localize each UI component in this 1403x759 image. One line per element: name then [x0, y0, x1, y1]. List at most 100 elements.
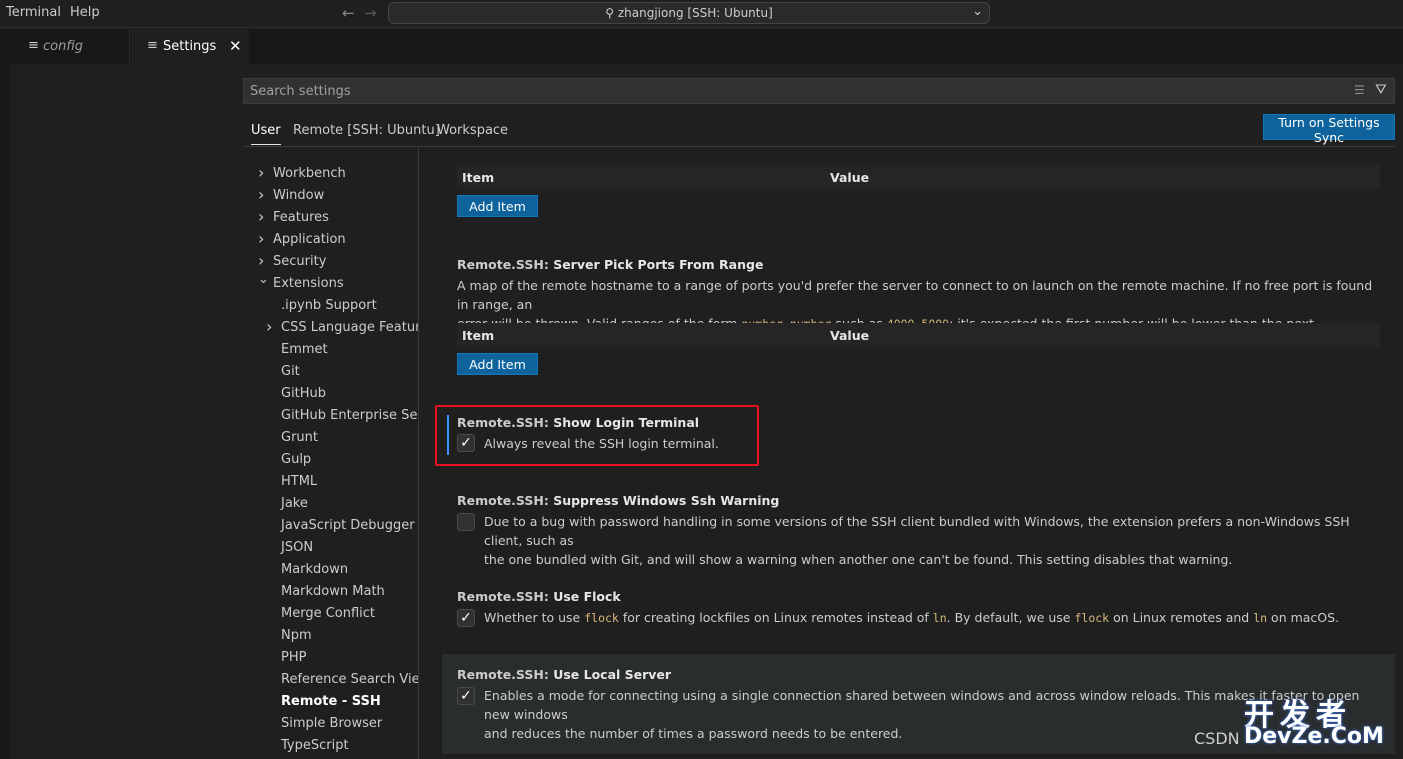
toc-item-label: JSON: [281, 540, 314, 555]
activity-strip: [0, 29, 10, 759]
toc-item[interactable]: PHP: [243, 646, 418, 668]
menu-terminal[interactable]: Terminal: [6, 5, 61, 20]
toc-item-label: GitHub: [281, 386, 327, 401]
toc-item-label: CSS Language Features: [281, 320, 419, 335]
toc-item[interactable]: Jake: [243, 492, 418, 514]
settings-toc: › Workbench › Window › Features › Application › S…: [243, 147, 419, 759]
setting-description: Enables a mode for connecting using a si…: [484, 688, 1360, 741]
table-header-item: Item: [462, 170, 495, 185]
setting-title: Remote.SSH: Use Local Server: [457, 667, 672, 682]
settings-sync-button[interactable]: Turn on Settings Sync: [1263, 114, 1395, 145]
watermark-logo-en: DevZe.CoM: [1244, 724, 1384, 749]
tab-settings-label: Settings: [163, 39, 217, 54]
close-icon[interactable]: ✕: [229, 37, 242, 55]
setting-title: Remote.SSH: Show Login Terminal: [457, 415, 700, 430]
toc-item[interactable]: Simple Browser: [243, 712, 418, 734]
toc-item-label: Merge Conflict: [281, 606, 376, 621]
toc-item[interactable]: Git: [243, 360, 418, 382]
toc-item[interactable]: Npm: [243, 624, 418, 646]
title-bar: Terminal Help ← → ⚲ zhangjiong [SSH: Ubu…: [0, 0, 1403, 28]
tab-remote-scope[interactable]: Remote [SSH: Ubuntu]: [293, 123, 440, 138]
search-input[interactable]: [250, 82, 1330, 100]
toc-item[interactable]: Merge Conflict: [243, 602, 418, 624]
show-login-terminal-checkbox[interactable]: ✓: [457, 434, 475, 452]
chevron-down-icon: ⌄: [258, 272, 269, 287]
add-item-button[interactable]: Add Item: [457, 195, 538, 217]
toc-item-label: Markdown: [281, 562, 349, 577]
toc-item[interactable]: JSON: [243, 536, 418, 558]
back-arrow-icon[interactable]: ←: [342, 4, 355, 22]
toc-item[interactable]: › Window: [243, 184, 418, 206]
use-flock-checkbox[interactable]: ✓: [457, 609, 475, 627]
filter-icon[interactable]: ⛛: [1375, 82, 1387, 98]
toc-item[interactable]: GitHub Enterprise Ser...: [243, 404, 419, 426]
toc-item-label: Security: [273, 254, 327, 269]
toc-item[interactable]: Markdown: [243, 558, 418, 580]
toc-item[interactable]: Grunt: [243, 426, 418, 448]
setting-title: Remote.SSH: Suppress Windows Ssh Warning: [457, 493, 780, 508]
command-center-label: zhangjiong [SSH: Ubuntu]: [617, 6, 773, 20]
tab-bar: ≡ config ≡ Settings ✕: [10, 29, 1403, 64]
table-header-value: Value: [830, 328, 870, 343]
watermark-csdn: CSDN: [1194, 729, 1240, 748]
toc-item-label: Remote - SSH: [281, 694, 381, 709]
chevron-right-icon: ›: [266, 317, 273, 336]
settings-body: Item Value Add Item Remote.SSH: Server P…: [420, 147, 1403, 759]
toc-item-label: GitHub Enterprise Ser...: [281, 408, 419, 423]
suppress-warning-checkbox[interactable]: [457, 513, 475, 531]
toc-item-label: Emmet: [281, 342, 328, 357]
search-icon: ⚲: [605, 6, 615, 20]
toc-item-label: HTML: [281, 474, 318, 489]
toc-item-label: Simple Browser: [281, 716, 383, 731]
setting-description: Always reveal the SSH login terminal.: [484, 436, 719, 451]
toc-item[interactable]: Remote - SSH: [243, 690, 418, 712]
chevron-down-icon[interactable]: ⌄: [972, 4, 983, 19]
toc-item-label: Git: [281, 364, 300, 379]
toc-item-label: Window: [273, 188, 325, 203]
clear-filter-icon[interactable]: ☰: [1354, 83, 1365, 97]
tab-workspace-scope[interactable]: Workspace: [437, 123, 508, 138]
toc-item[interactable]: Emmet: [243, 338, 418, 360]
chevron-right-icon: ›: [258, 207, 265, 226]
toc-item-label: Extensions: [273, 276, 344, 291]
toc-item-label: Markdown Math: [281, 584, 385, 599]
chevron-right-icon: ›: [258, 229, 265, 248]
command-center[interactable]: ⚲ zhangjiong [SSH: Ubuntu] ⌄: [388, 2, 990, 24]
toc-item[interactable]: JavaScript Debugger: [243, 514, 418, 536]
toc-item[interactable]: › CSS Language Features: [243, 316, 419, 338]
toc-item-label: Gulp: [281, 452, 312, 467]
setting-description: Whether to use flock for creating lockfi…: [484, 610, 1340, 625]
toc-item[interactable]: .ipynb Support: [243, 294, 418, 316]
toc-item[interactable]: › Features: [243, 206, 418, 228]
tab-settings[interactable]: ≡ Settings ✕: [131, 29, 249, 64]
chevron-right-icon: ›: [258, 185, 265, 204]
toc-item[interactable]: Gulp: [243, 448, 418, 470]
table-header: Item Value: [457, 165, 1380, 189]
toc-item[interactable]: › Workbench: [243, 162, 418, 184]
table-header-value: Value: [830, 170, 870, 185]
toc-item[interactable]: GitHub: [243, 382, 418, 404]
toc-item-label: TypeScript: [281, 738, 349, 753]
toc-item[interactable]: ⌄ Extensions: [243, 272, 418, 294]
toc-item[interactable]: Markdown Math: [243, 580, 418, 602]
add-item-button[interactable]: Add Item: [457, 353, 538, 375]
toc-item-label: Application: [273, 232, 346, 247]
tab-config[interactable]: ≡ config: [10, 29, 130, 64]
lines-icon: ≡: [28, 38, 39, 53]
tab-user-scope[interactable]: User: [251, 123, 281, 145]
setting-title: Remote.SSH: Use Flock: [457, 589, 621, 604]
toc-item[interactable]: HTML: [243, 470, 418, 492]
use-local-server-checkbox[interactable]: ✓: [457, 687, 475, 705]
chevron-right-icon: ›: [258, 251, 265, 270]
menu-help[interactable]: Help: [70, 5, 100, 20]
forward-arrow-icon[interactable]: →: [364, 4, 377, 22]
toc-item[interactable]: › Application: [243, 228, 418, 250]
toc-item-label: PHP: [281, 650, 307, 665]
toc-item[interactable]: Reference Search View: [243, 668, 418, 690]
toc-item[interactable]: › Security: [243, 250, 418, 272]
chevron-right-icon: ›: [258, 163, 265, 182]
toc-item[interactable]: TypeScript: [243, 734, 418, 756]
toc-item-label: Jake: [281, 496, 308, 511]
toc-item-label: Npm: [281, 628, 312, 643]
toc-item-label: JavaScript Debugger: [281, 518, 415, 533]
